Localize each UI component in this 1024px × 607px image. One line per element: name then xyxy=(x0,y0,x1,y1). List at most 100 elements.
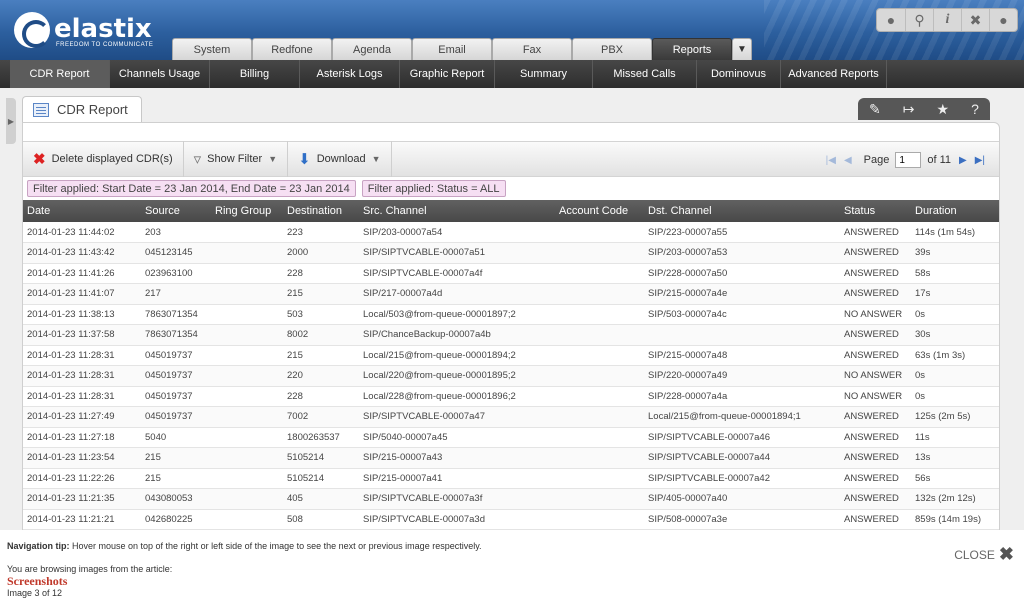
search-icon[interactable]: ⚲ xyxy=(905,9,933,31)
tab-agenda[interactable]: Agenda xyxy=(332,38,412,60)
download-button[interactable]: ⬇ Download ▼ xyxy=(288,141,392,177)
tab-system[interactable]: System xyxy=(172,38,252,60)
table-row[interactable]: 2014-01-23 11:21:35 043080053 405 SIP/SIPTV… xyxy=(23,488,999,510)
submenu-item-graphic-report[interactable]: Graphic Report xyxy=(400,60,495,88)
delete-cdr-button[interactable]: ✖ Delete displayed CDR(s) xyxy=(23,141,184,177)
table-cell: 503 xyxy=(283,304,359,325)
tab-pbx[interactable]: PBX xyxy=(572,38,652,60)
submenu-item-asterisk-logs[interactable]: Asterisk Logs xyxy=(300,60,400,88)
star-icon[interactable]: ★ xyxy=(937,101,950,118)
page-number-input[interactable] xyxy=(895,152,922,168)
filter-icon: ▿ xyxy=(193,151,202,168)
table-cell: 023963100 xyxy=(141,263,211,284)
tools-icon[interactable]: ✖ xyxy=(961,9,989,31)
table-cell: 2014-01-23 11:28:31 xyxy=(23,386,141,407)
table-cell: 2014-01-23 11:38:13 xyxy=(23,304,141,325)
article-link[interactable]: Screenshots xyxy=(7,574,67,589)
column-header[interactable]: Ring Group xyxy=(211,200,283,222)
submenu-item-dominovus[interactable]: Dominovus xyxy=(697,60,781,88)
table-row[interactable]: 2014-01-23 11:37:58 7863071354 8002 SIP/Cha… xyxy=(23,324,999,346)
table-cell xyxy=(555,242,644,264)
last-page-icon[interactable]: ▶| xyxy=(975,155,985,166)
table-row[interactable]: 2014-01-23 11:41:26 023963100 228 SIP/SIPTV… xyxy=(23,263,999,284)
table-cell: SIP/220-00007a49 xyxy=(644,365,840,387)
table-cell: 045019737 xyxy=(141,365,211,387)
table-row[interactable]: 2014-01-23 11:38:13 7863071354 503 Local/50… xyxy=(23,304,999,325)
table-cell: 2014-01-23 11:44:02 xyxy=(23,222,141,243)
table-row[interactable]: 2014-01-23 11:28:31 045019737 228 Local/228… xyxy=(23,386,999,407)
table-body: 2014-01-23 11:44:02 203 223 SIP/203-00007a5… xyxy=(23,222,999,530)
page: elastix FREEDOM TO COMMUNICATE ● ⚲ i ✖ ●… xyxy=(0,0,1024,607)
column-header[interactable]: Account Code xyxy=(555,200,644,222)
column-header[interactable]: Src. Channel xyxy=(359,200,555,222)
column-header[interactable]: Dst. Channel xyxy=(644,200,840,222)
table-row[interactable]: 2014-01-23 11:28:31 045019737 220 Local/220… xyxy=(23,365,999,387)
column-header[interactable]: Duration xyxy=(911,200,999,222)
table-row[interactable]: 2014-01-23 11:27:18 5040 1800263537 SIP/504… xyxy=(23,427,999,448)
table-cell: SIP/215-00007a48 xyxy=(644,345,840,366)
table-cell xyxy=(555,283,644,305)
table-cell: 63s (1m 3s) xyxy=(911,345,999,366)
table-cell: SIP/508-00007a3e xyxy=(644,509,840,530)
submenu-item-channels-usage[interactable]: Channels Usage xyxy=(110,60,210,88)
table-cell: SIP/SIPTVCABLE-00007a3d xyxy=(359,509,555,530)
table-cell: ANSWERED xyxy=(840,283,911,305)
table-cell: 7002 xyxy=(283,406,359,428)
table-cell xyxy=(211,304,283,325)
next-page-icon[interactable]: ▶ xyxy=(959,155,967,166)
page-label: Page xyxy=(863,154,890,166)
table-cell xyxy=(211,263,283,284)
table-cell: 0s xyxy=(911,304,999,325)
column-header[interactable]: Source xyxy=(141,200,211,222)
chevron-down-icon: ▼ xyxy=(371,154,381,164)
table-cell: 045123145 xyxy=(141,242,211,264)
tab-email[interactable]: Email xyxy=(412,38,492,60)
export-icon[interactable]: ↦ xyxy=(903,101,915,118)
user-icon[interactable]: ● xyxy=(989,9,1017,31)
table-cell: ANSWERED xyxy=(840,345,911,366)
table-cell: Local/228@from-queue-00001896;2 xyxy=(359,386,555,407)
edit-icon[interactable]: ✎ xyxy=(869,101,881,118)
brand-logo[interactable]: elastix FREEDOM TO COMMUNICATE xyxy=(14,12,154,54)
page-of-label: of 11 xyxy=(927,154,951,166)
table-cell: 508 xyxy=(283,509,359,530)
table-row[interactable]: 2014-01-23 11:21:21 042680225 508 SIP/SIPTV… xyxy=(23,509,999,530)
prev-page-icon[interactable]: ◀ xyxy=(844,155,852,166)
table-cell: 5105214 xyxy=(283,468,359,489)
table-row[interactable]: 2014-01-23 11:41:07 217 215 SIP/217-00007a4… xyxy=(23,283,999,305)
table-row[interactable]: 2014-01-23 11:22:26 215 5105214 SIP/215-000… xyxy=(23,468,999,489)
table-row[interactable]: 2014-01-23 11:27:49 045019737 7002 SIP/SIPT… xyxy=(23,406,999,428)
more-tabs-chevron-down-icon[interactable]: ▼ xyxy=(732,38,752,60)
drop-icon[interactable]: ● xyxy=(877,9,905,31)
table-row[interactable]: 2014-01-23 11:43:42 045123145 2000 SIP/SIPT… xyxy=(23,242,999,264)
table-cell: 215 xyxy=(141,447,211,469)
table-cell: 39s xyxy=(911,242,999,264)
column-header[interactable]: Status xyxy=(840,200,911,222)
table-cell xyxy=(555,427,644,448)
table-row[interactable]: 2014-01-23 11:28:31 045019737 215 Local/215… xyxy=(23,345,999,366)
submenu-item-summary[interactable]: Summary xyxy=(495,60,593,88)
column-header[interactable]: Destination xyxy=(283,200,359,222)
show-filter-button[interactable]: ▿ Show Filter ▼ xyxy=(184,141,289,177)
table-cell xyxy=(555,488,644,510)
tab-fax[interactable]: Fax xyxy=(492,38,572,60)
table-row[interactable]: 2014-01-23 11:23:54 215 5105214 SIP/215-000… xyxy=(23,447,999,469)
first-page-icon[interactable]: |◀ xyxy=(826,155,836,166)
help-icon[interactable]: ? xyxy=(971,101,979,117)
info-icon[interactable]: i xyxy=(933,9,961,31)
sidebar-toggle[interactable]: ▶ xyxy=(6,98,16,144)
delete-cdr-label: Delete displayed CDR(s) xyxy=(51,153,173,165)
submenu-item-cdr-report[interactable]: CDR Report xyxy=(10,60,110,88)
column-header[interactable]: Date xyxy=(23,200,141,222)
tab-reports[interactable]: Reports xyxy=(652,38,732,60)
close-icon: ✖ xyxy=(998,544,1014,564)
table-row[interactable]: 2014-01-23 11:44:02 203 223 SIP/203-00007a5… xyxy=(23,222,999,243)
submenu-item-advanced-reports[interactable]: Advanced Reports xyxy=(781,60,887,88)
table-cell: 2014-01-23 11:21:21 xyxy=(23,509,141,530)
submenu-item-missed-calls[interactable]: Missed Calls xyxy=(593,60,697,88)
table-cell: ANSWERED xyxy=(840,222,911,243)
table-cell: 223 xyxy=(283,222,359,243)
close-button[interactable]: CLOSE ✖ xyxy=(954,544,1014,565)
submenu-item-billing[interactable]: Billing xyxy=(210,60,300,88)
tab-redfone[interactable]: Redfone xyxy=(252,38,332,60)
